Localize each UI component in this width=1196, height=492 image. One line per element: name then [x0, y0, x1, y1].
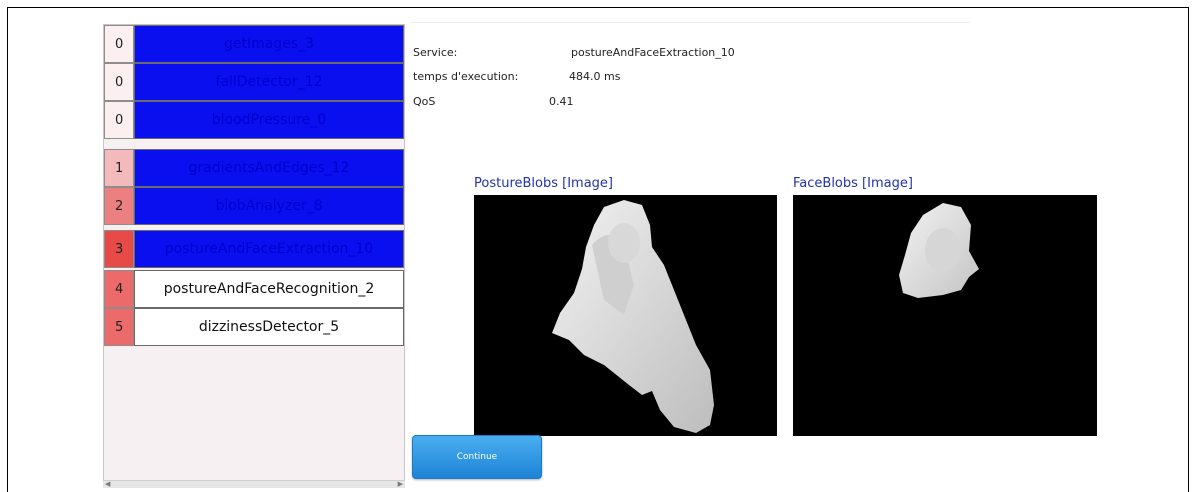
- service-name[interactable]: bloodPressure_0: [134, 101, 404, 139]
- service-row[interactable]: 0 getImages_3: [104, 25, 404, 63]
- service-row[interactable]: 0 bloodPressure_0: [104, 101, 404, 139]
- service-level: 2: [104, 187, 134, 225]
- posture-blobs-title: PostureBlobs [Image]: [474, 176, 613, 191]
- face-blobs-image: [793, 195, 1097, 436]
- service-row[interactable]: 0 fallDetector_12: [104, 63, 404, 101]
- time-value: 484.0 ms: [569, 70, 621, 83]
- service-level: 4: [104, 270, 134, 308]
- service-name[interactable]: gradientsAndEdges_12: [134, 149, 404, 187]
- service-list-panel[interactable]: 0 getImages_3 0 fallDetector_12 0 bloodP…: [103, 24, 405, 487]
- service-row[interactable]: 1 gradientsAndEdges_12: [104, 149, 404, 187]
- qos-value: 0.41: [549, 95, 574, 108]
- service-level: 5: [104, 308, 134, 346]
- scroll-right-arrow-icon[interactable]: ▶: [398, 480, 403, 488]
- face-blobs-title: FaceBlobs [Image]: [793, 176, 913, 191]
- time-label: temps d'execution:: [413, 70, 519, 83]
- service-name[interactable]: dizzinessDetector_5: [134, 308, 404, 346]
- continue-button[interactable]: Continue: [412, 435, 542, 479]
- service-row[interactable]: 4 postureAndFaceRecognition_2: [104, 270, 404, 308]
- service-level: 0: [104, 25, 134, 63]
- service-name[interactable]: postureAndFaceRecognition_2: [134, 270, 404, 308]
- service-name[interactable]: blobAnalyzer_8: [134, 187, 404, 225]
- service-row[interactable]: 2 blobAnalyzer_8: [104, 187, 404, 225]
- service-value: postureAndFaceExtraction_10: [571, 46, 735, 59]
- service-name[interactable]: fallDetector_12: [134, 63, 404, 101]
- service-level: 0: [104, 101, 134, 139]
- scroll-left-arrow-icon[interactable]: ◀: [105, 480, 110, 488]
- qos-label: QoS: [413, 95, 436, 108]
- service-level: 1: [104, 149, 134, 187]
- service-level: 3: [104, 230, 134, 268]
- service-name[interactable]: postureAndFaceExtraction_10: [134, 230, 404, 268]
- service-label: Service:: [413, 46, 458, 59]
- service-name[interactable]: getImages_3: [134, 25, 404, 63]
- posture-blobs-image: [474, 195, 777, 436]
- service-level: 0: [104, 63, 134, 101]
- service-row[interactable]: 3 postureAndFaceExtraction_10: [104, 230, 404, 268]
- service-row[interactable]: 5 dizzinessDetector_5: [104, 308, 404, 346]
- horizontal-scrollbar[interactable]: ◀ ▶: [103, 480, 405, 488]
- divider: [410, 22, 970, 23]
